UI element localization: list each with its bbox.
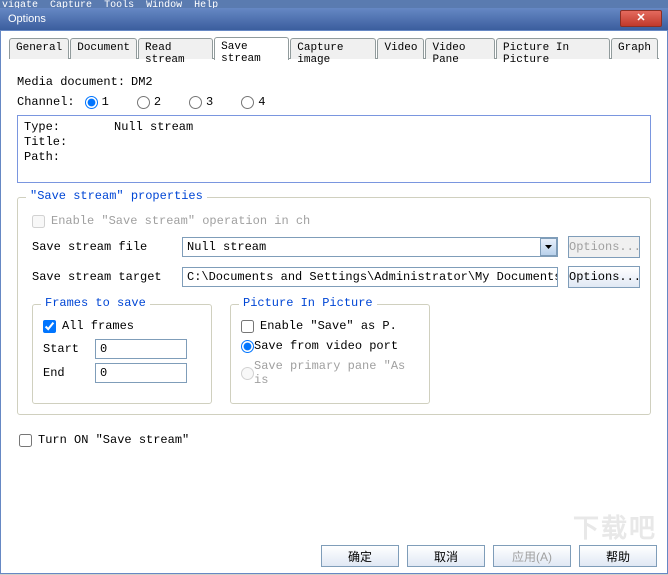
save-target-label: Save stream target [32, 270, 182, 284]
save-file-value: Null stream [187, 240, 266, 254]
tab-general[interactable]: General [9, 38, 69, 59]
menu-item[interactable]: vigate [2, 0, 38, 8]
info-path-label: Path: [24, 150, 114, 165]
close-button[interactable]: ✕ [620, 10, 662, 27]
tab-read-stream[interactable]: Read stream [138, 38, 213, 59]
channel-radio-4[interactable]: 4 [241, 95, 265, 109]
save-file-label: Save stream file [32, 240, 182, 254]
pip-group: Picture In Picture Enable "Save" as P. S… [230, 304, 430, 404]
frames-legend: Frames to save [41, 296, 150, 310]
window-title: Options [4, 13, 46, 25]
info-type-label: Type: [24, 120, 114, 135]
tab-pip[interactable]: Picture In Picture [496, 38, 610, 59]
stream-info-box: Type:Null stream Title: Path: [17, 115, 651, 183]
chevron-down-icon[interactable] [540, 238, 557, 256]
menu-item[interactable]: Help [194, 0, 218, 8]
info-title-label: Title: [24, 135, 114, 150]
all-frames-label: All frames [62, 319, 134, 333]
ok-button[interactable]: 确定 [321, 545, 399, 567]
start-input[interactable] [95, 339, 187, 359]
media-doc-value: DM2 [131, 75, 153, 89]
tab-video[interactable]: Video [377, 38, 424, 59]
menu-item[interactable]: Tools [104, 0, 134, 8]
channel-radio-3[interactable]: 3 [189, 95, 213, 109]
enable-save-checkbox [32, 215, 45, 228]
pip-enable-checkbox[interactable] [241, 320, 254, 333]
menu-item[interactable]: Capture [50, 0, 92, 8]
tab-save-stream[interactable]: Save stream [214, 37, 289, 60]
end-input[interactable] [95, 363, 187, 383]
apply-button: 应用(A) [493, 545, 571, 567]
pip-save-from-radio[interactable] [241, 340, 254, 353]
tab-strip: General Document Read stream Save stream… [9, 37, 659, 59]
save-target-input[interactable]: C:\Documents and Settings\Administrator\… [182, 267, 558, 287]
channel-radio-2[interactable]: 2 [137, 95, 161, 109]
media-doc-label: Media document: [17, 75, 125, 89]
enable-save-label: Enable "Save stream" operation in ch [51, 214, 310, 228]
title-bar: Options ✕ [0, 8, 668, 30]
cancel-button[interactable]: 取消 [407, 545, 485, 567]
tab-content: Media document: DM2 Channel: 1 2 3 4 Typ… [9, 59, 659, 463]
turn-on-save-label: Turn ON "Save stream" [38, 433, 189, 447]
start-label: Start [43, 342, 95, 356]
all-frames-checkbox[interactable] [43, 320, 56, 333]
frames-to-save-group: Frames to save All frames Start End [32, 304, 212, 404]
turn-on-save-checkbox[interactable] [19, 434, 32, 447]
end-label: End [43, 366, 95, 380]
pip-save-from-label: Save from video port [254, 339, 398, 353]
dialog-body: General Document Read stream Save stream… [0, 30, 668, 574]
tab-document[interactable]: Document [70, 38, 137, 59]
channel-label: Channel: [17, 95, 75, 109]
dialog-footer: 确定 取消 应用(A) 帮助 [321, 545, 657, 567]
pip-save-primary-radio [241, 367, 254, 380]
pip-legend: Picture In Picture [239, 296, 377, 310]
save-file-options-button: Options... [568, 236, 640, 258]
props-legend: "Save stream" properties [26, 189, 207, 203]
watermark: 下载吧 [573, 508, 657, 545]
tab-graph[interactable]: Graph [611, 38, 658, 59]
tab-capture-image[interactable]: Capture image [290, 38, 376, 59]
save-target-options-button[interactable]: Options... [568, 266, 640, 288]
info-type-value: Null stream [114, 120, 193, 134]
menu-item[interactable]: Window [146, 0, 182, 8]
help-button[interactable]: 帮助 [579, 545, 657, 567]
pip-enable-label: Enable "Save" as P. [260, 319, 397, 333]
save-file-combo[interactable]: Null stream [182, 237, 558, 257]
save-stream-properties-group: "Save stream" properties Enable "Save st… [17, 197, 651, 415]
menu-bar: vigate Capture Tools Window Help [0, 0, 668, 8]
tab-video-pane[interactable]: Video Pane [425, 38, 495, 59]
pip-save-primary-label: Save primary pane "As is [254, 359, 419, 387]
channel-radio-1[interactable]: 1 [85, 95, 109, 109]
